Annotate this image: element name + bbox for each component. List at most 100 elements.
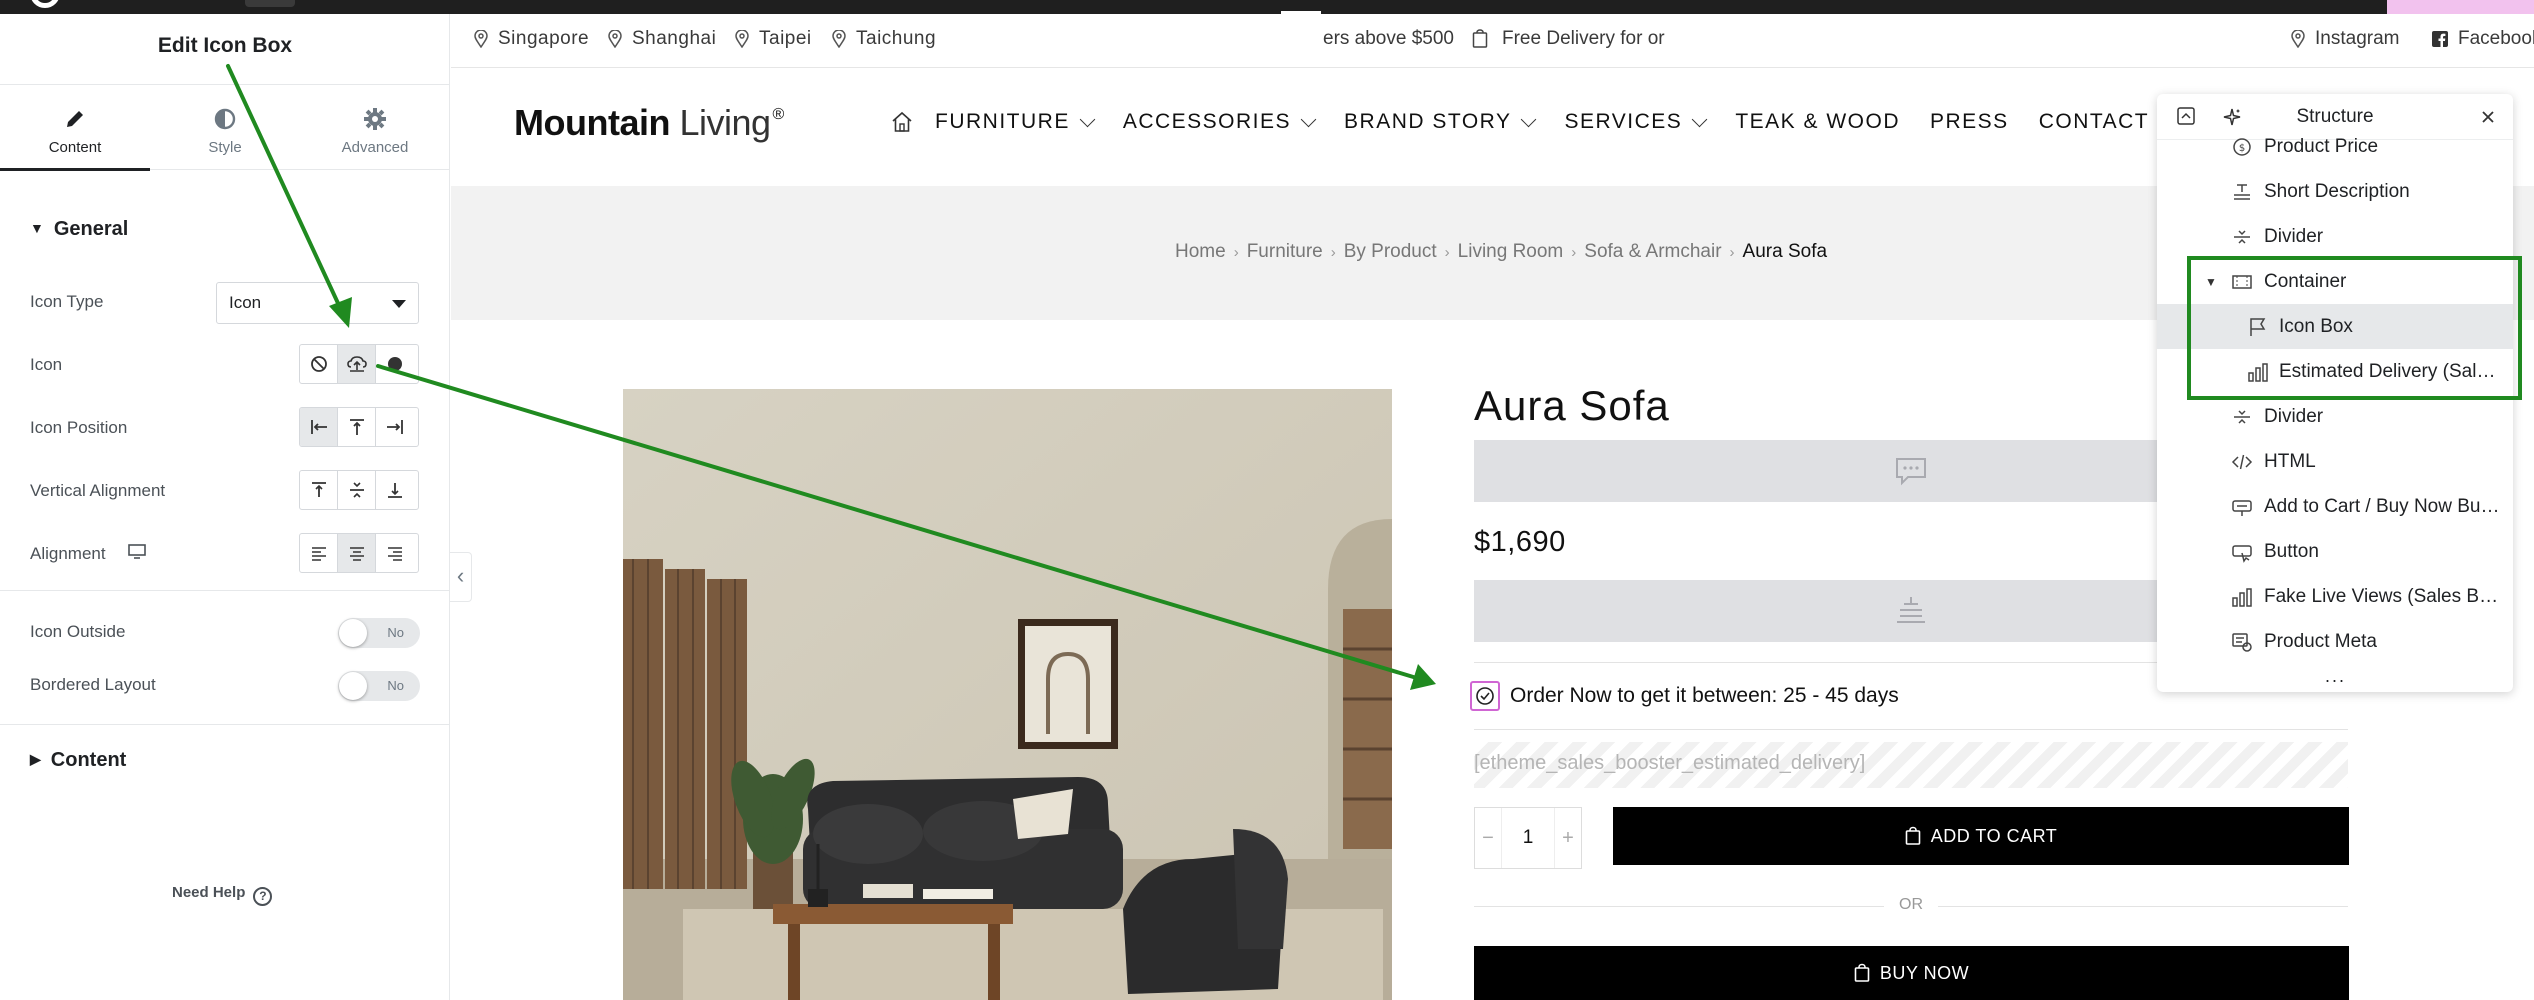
structure-item-fake-live-views[interactable]: Fake Live Views (Sales Bo… [2157, 574, 2513, 619]
no-icon-button[interactable] [300, 345, 338, 383]
help-icon: ? [253, 887, 273, 906]
nav-brand-story[interactable]: BRAND STORY [1344, 110, 1537, 134]
nav-furniture[interactable]: FURNITURE [935, 110, 1096, 134]
structure-item-button[interactable]: Button [2157, 529, 2513, 574]
main-nav: FURNITURE ACCESSORIES BRAND STORY SERVIC… [891, 110, 2218, 134]
structure-item-product-meta[interactable]: Product Meta [2157, 619, 2513, 664]
close-icon[interactable] [2480, 109, 2496, 125]
nav-teak-wood[interactable]: TEAK & WOOD [1735, 110, 1900, 134]
annotation-highlight-box [2187, 256, 2522, 400]
bordered-layout-toggle[interactable]: No [338, 671, 420, 701]
align-left-button[interactable] [300, 534, 338, 572]
nav-press[interactable]: PRESS [1930, 110, 2009, 134]
breadcrumb-separator: › [1571, 243, 1577, 261]
cart-button-icon [2232, 500, 2252, 516]
icon-type-select[interactable]: Icon [216, 282, 419, 324]
logo-light: Living [679, 102, 771, 143]
add-to-cart-button[interactable]: ADD TO CART [1613, 807, 2349, 865]
vertical-alignment-label: Vertical Alignment [30, 481, 166, 500]
social-facebook[interactable]: Facebook [2432, 28, 2534, 50]
valign-middle-button[interactable] [338, 471, 376, 509]
structure-item-label: Fake Live Views (Sales Bo… [2264, 586, 2504, 607]
structure-item-divider[interactable]: Divider [2157, 214, 2513, 259]
icon-library-button[interactable] [376, 345, 414, 383]
product-image[interactable] [623, 389, 1392, 1000]
quantity-stepper: − 1 + [1474, 807, 1582, 869]
or-label: OR [1899, 896, 1923, 913]
desktop-icon[interactable] [128, 544, 147, 560]
top-admin-strip [0, 0, 2534, 14]
top-handle[interactable] [245, 0, 295, 7]
position-right-button[interactable] [376, 408, 414, 446]
breadcrumb-living-room[interactable]: Living Room [1458, 241, 1564, 263]
position-top-button[interactable] [338, 408, 376, 446]
tab-style[interactable]: Style [150, 85, 300, 171]
home-icon[interactable] [891, 111, 913, 133]
need-help-link[interactable]: Need Help? [172, 884, 273, 906]
breadcrumb-home[interactable]: Home [1175, 241, 1226, 263]
estimated-delivery-icon-box[interactable]: Order Now to get it between: 25 - 45 day… [1470, 681, 1899, 711]
promo-marquee: ers above $500 Free Delivery for or [1323, 28, 1665, 50]
collapse-panel-button[interactable]: ‹ [450, 552, 472, 602]
ban-icon [310, 356, 327, 372]
map-pin-icon [832, 30, 846, 48]
circle-icon [388, 357, 402, 371]
nav-label: TEAK & WOOD [1735, 110, 1900, 133]
location-label: Shanghai [632, 28, 717, 49]
tab-content[interactable]: Content [0, 85, 150, 171]
divider [0, 590, 450, 591]
product-price-icon: $ [2233, 138, 2251, 156]
icon-outside-toggle[interactable]: No [338, 618, 420, 648]
icon-type-value: Icon [229, 293, 262, 312]
position-left-button[interactable] [300, 408, 338, 446]
site-logo[interactable]: Mountain Living ® [514, 102, 784, 144]
social-instagram[interactable]: Instagram [2291, 28, 2399, 50]
vertical-alignment-choices [299, 470, 419, 510]
comment-icon [1896, 458, 1926, 486]
breadcrumb-sofa-armchair[interactable]: Sofa & Armchair [1584, 241, 1721, 263]
location-taipei[interactable]: Taipei [735, 28, 812, 50]
valign-top-button[interactable] [300, 471, 338, 509]
buy-now-label: BUY NOW [1879, 962, 1970, 983]
location-shanghai[interactable]: Shanghai [608, 28, 716, 50]
structure-item-add-to-cart[interactable]: Add to Cart / Buy Now But… [2157, 484, 2513, 529]
structure-item-label: HTML [2264, 451, 2316, 472]
structure-more-indicator[interactable]: ··· [2157, 670, 2513, 691]
icon-outside-label: Icon Outside [30, 622, 126, 641]
align-right-button[interactable] [376, 534, 414, 572]
upload-icon [346, 356, 367, 372]
structure-item-html[interactable]: HTML [2157, 439, 2513, 484]
breadcrumb-by-product[interactable]: By Product [1344, 241, 1437, 263]
promo-text-left: ers above $500 [1323, 28, 1454, 49]
or-separator: OR [1474, 896, 2348, 914]
valign-bottom-button[interactable] [376, 471, 414, 509]
editor-panel: Edit Icon Box Content Style Advanced ▼ Ge… [0, 14, 450, 1000]
buy-now-button[interactable]: BUY NOW [1474, 946, 2349, 1000]
structure-item-divider-2[interactable]: Divider [2157, 394, 2513, 439]
add-to-cart-label: ADD TO CART [1930, 825, 2058, 846]
stock-icon [1897, 597, 1925, 623]
location-singapore[interactable]: Singapore [474, 28, 589, 50]
alignment-label-text: Alignment [30, 544, 106, 563]
editor-logo-icon[interactable] [30, 0, 60, 8]
nav-services[interactable]: SERVICES [1564, 110, 1708, 134]
quantity-input[interactable]: 1 [1501, 808, 1555, 868]
nav-accessories[interactable]: ACCESSORIES [1123, 110, 1317, 134]
tab-advanced[interactable]: Advanced [300, 85, 450, 171]
align-right-edge-icon [387, 420, 403, 434]
chevron-down-icon [1692, 111, 1708, 127]
tab-style-label: Style [208, 139, 242, 156]
upload-svg-button[interactable] [338, 345, 376, 383]
button-icon [2232, 545, 2252, 563]
structure-item-product-price[interactable]: $ Product Price [2157, 124, 2513, 169]
icon-picker [299, 344, 419, 384]
quantity-plus-button[interactable]: + [1555, 827, 1581, 850]
align-center-button[interactable] [338, 534, 376, 572]
location-taichung[interactable]: Taichung [832, 28, 936, 50]
breadcrumb-furniture[interactable]: Furniture [1247, 241, 1323, 263]
toggle-state: No [387, 625, 404, 640]
section-content-toggle[interactable]: ▶ Content [30, 749, 126, 772]
section-general-toggle[interactable]: ▼ General [30, 218, 128, 241]
structure-item-short-description[interactable]: Short Description [2157, 169, 2513, 214]
quantity-minus-button[interactable]: − [1475, 827, 1501, 850]
